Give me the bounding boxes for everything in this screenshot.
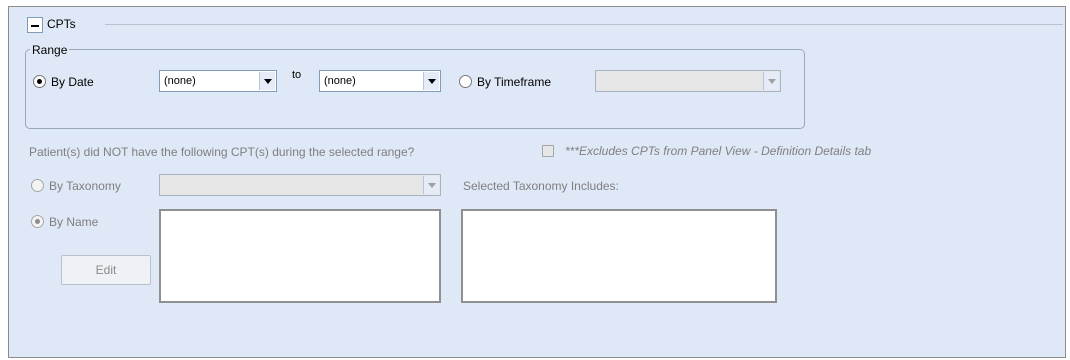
minus-icon bbox=[31, 25, 39, 27]
chevron-down-icon[interactable] bbox=[259, 72, 275, 90]
by-timeframe-label: By Timeframe bbox=[477, 75, 552, 89]
timeframe-select[interactable] bbox=[595, 70, 781, 92]
by-timeframe-radio[interactable] bbox=[459, 75, 472, 88]
to-date-select[interactable]: (none) bbox=[319, 70, 441, 92]
by-date-label: By Date bbox=[51, 75, 94, 89]
excludes-note: ***Excludes CPTs from Panel View - Defin… bbox=[565, 144, 872, 158]
by-taxonomy-label: By Taxonomy bbox=[49, 179, 121, 193]
taxonomy-select[interactable] bbox=[159, 174, 441, 196]
by-taxonomy-radio[interactable] bbox=[31, 179, 44, 192]
cpt-name-listbox[interactable] bbox=[159, 209, 441, 303]
excludes-checkbox[interactable] bbox=[542, 145, 554, 157]
edit-button[interactable]: Edit bbox=[61, 255, 151, 285]
chevron-down-icon[interactable] bbox=[423, 176, 439, 194]
question-text: Patient(s) did NOT have the following CP… bbox=[29, 145, 415, 159]
selected-taxonomy-listbox[interactable] bbox=[461, 209, 777, 303]
collapse-button[interactable] bbox=[27, 17, 43, 33]
chevron-down-icon[interactable] bbox=[763, 72, 779, 90]
group-title: CPTs bbox=[47, 17, 76, 31]
selected-taxonomy-includes-label: Selected Taxonomy Includes: bbox=[463, 179, 619, 193]
cpts-panel: CPTs Range By Date (none) to (none) By T… bbox=[8, 6, 1066, 358]
group-divider bbox=[105, 24, 1063, 25]
to-label: to bbox=[292, 69, 302, 81]
from-date-select[interactable]: (none) bbox=[159, 70, 277, 92]
from-date-value: (none) bbox=[164, 75, 196, 87]
range-label: Range bbox=[30, 43, 70, 57]
chevron-down-icon[interactable] bbox=[423, 72, 439, 90]
by-date-radio[interactable] bbox=[33, 75, 46, 88]
to-date-value: (none) bbox=[324, 75, 356, 87]
by-name-radio[interactable] bbox=[31, 215, 44, 228]
by-name-label: By Name bbox=[49, 215, 99, 229]
